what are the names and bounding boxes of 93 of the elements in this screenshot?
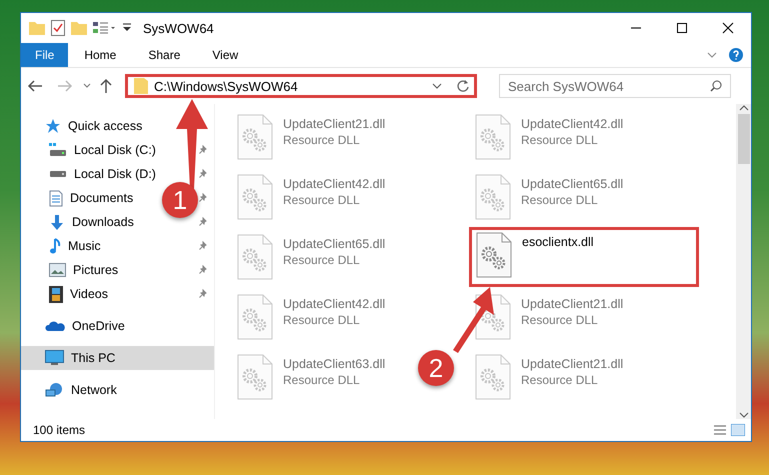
pin-icon[interactable] bbox=[198, 265, 208, 275]
chevron-up-icon[interactable] bbox=[738, 104, 748, 112]
file-type: Resource DLL bbox=[283, 253, 361, 267]
tiles-view-icon[interactable] bbox=[731, 424, 745, 436]
pin-icon[interactable] bbox=[198, 193, 208, 203]
ribbon-tab[interactable]: Home bbox=[68, 43, 132, 67]
gear-file-icon bbox=[475, 114, 511, 160]
file-name: UpdateClient21.dll bbox=[283, 117, 386, 131]
file-type: Resource DLL bbox=[283, 313, 361, 327]
file-item[interactable]: UpdateClient63.dll Resource DLL bbox=[235, 352, 388, 402]
gear-file-icon bbox=[475, 174, 511, 220]
file-name: UpdateClient42.dll bbox=[283, 177, 386, 191]
sidebar-item[interactable]: Documents bbox=[21, 186, 134, 210]
file-name: UpdateClient42.dll bbox=[521, 117, 624, 131]
file-item[interactable]: UpdateClient65.dll Resource DLL bbox=[235, 232, 388, 282]
item-count: 100 items bbox=[33, 423, 86, 437]
file-item[interactable]: UpdateClient42.dll Resource DLL bbox=[473, 112, 626, 162]
chevron-down-icon[interactable] bbox=[83, 83, 91, 89]
sidebar-item[interactable]: Music bbox=[21, 234, 101, 258]
scrollbar-thumb[interactable] bbox=[738, 114, 750, 164]
pin-icon[interactable] bbox=[198, 241, 208, 251]
search-icon bbox=[710, 80, 722, 92]
file-type: Resource DLL bbox=[283, 133, 361, 147]
gear-file-icon bbox=[237, 174, 273, 220]
file-name: UpdateClient21.dll bbox=[521, 297, 624, 311]
file-item[interactable]: UpdateClient21.dll Resource DLL bbox=[235, 112, 388, 162]
drive-icon bbox=[49, 143, 67, 157]
file-type: Resource DLL bbox=[521, 373, 599, 387]
file-item[interactable]: esoclientx.dll bbox=[469, 227, 699, 287]
dropdown-icon[interactable] bbox=[123, 23, 131, 33]
refresh-icon[interactable] bbox=[456, 79, 470, 93]
back-arrow-icon[interactable] bbox=[27, 79, 43, 93]
down-arrow-icon bbox=[49, 214, 65, 230]
chevron-down-icon[interactable] bbox=[738, 411, 748, 419]
file-item[interactable]: UpdateClient65.dll Resource DLL bbox=[473, 172, 626, 222]
file-name: esoclientx.dll bbox=[522, 235, 594, 249]
forward-arrow-icon[interactable] bbox=[57, 79, 73, 93]
chevron-down-icon[interactable] bbox=[432, 83, 442, 89]
document-icon bbox=[49, 190, 63, 206]
sidebar-item[interactable]: Local Disk (D:) bbox=[21, 162, 156, 186]
file-type: Resource DLL bbox=[283, 193, 361, 207]
folder-icon bbox=[134, 78, 148, 94]
sidebar-item[interactable]: This PC bbox=[21, 346, 214, 370]
gear-file-icon bbox=[237, 114, 273, 160]
picture-icon bbox=[49, 263, 66, 277]
sidebar-item[interactable]: Downloads bbox=[21, 210, 134, 234]
file-name: UpdateClient63.dll bbox=[283, 357, 386, 371]
ribbon-tab[interactable]: View bbox=[196, 43, 254, 67]
sidebar-item[interactable]: Videos bbox=[21, 282, 108, 306]
file-name: UpdateClient42.dll bbox=[283, 297, 386, 311]
pin-icon[interactable] bbox=[198, 169, 208, 179]
chevron-down-icon[interactable] bbox=[707, 52, 717, 58]
gear-file-icon bbox=[475, 354, 511, 400]
file-type: Resource DLL bbox=[521, 313, 599, 327]
file-name: UpdateClient21.dll bbox=[521, 357, 624, 371]
properties-icon[interactable] bbox=[93, 21, 117, 35]
file-item[interactable]: UpdateClient21.dll Resource DLL bbox=[473, 352, 626, 402]
file-item[interactable]: UpdateClient42.dll Resource DLL bbox=[235, 172, 388, 222]
search-field[interactable]: Search SysWOW64 bbox=[499, 74, 731, 98]
gear-file-icon bbox=[237, 354, 273, 400]
film-icon bbox=[49, 286, 63, 302]
address-bar[interactable]: C:\Windows\SysWOW64 bbox=[125, 74, 477, 98]
checklist-icon[interactable] bbox=[51, 20, 65, 36]
cloud-icon bbox=[45, 320, 65, 332]
monitor-icon bbox=[45, 350, 64, 366]
file-tab[interactable]: File bbox=[21, 43, 68, 67]
file-type: Resource DLL bbox=[283, 373, 361, 387]
gear-file-icon bbox=[476, 232, 512, 278]
up-arrow-icon[interactable] bbox=[99, 78, 113, 94]
details-view-icon[interactable] bbox=[713, 424, 727, 436]
gear-file-icon bbox=[237, 294, 273, 340]
sidebar-item[interactable]: Network bbox=[21, 378, 117, 402]
file-item[interactable]: UpdateClient42.dll Resource DLL bbox=[235, 292, 388, 342]
ribbon-tab[interactable]: Share bbox=[132, 43, 196, 67]
sidebar-item[interactable]: Quick access bbox=[21, 114, 142, 138]
file-type: Resource DLL bbox=[521, 133, 599, 147]
pin-icon[interactable] bbox=[198, 217, 208, 227]
file-name: UpdateClient65.dll bbox=[283, 237, 386, 251]
network-icon bbox=[45, 382, 64, 398]
music-note-icon bbox=[49, 238, 61, 254]
sidebar-item[interactable]: OneDrive bbox=[21, 314, 125, 338]
sidebar-item[interactable]: Local Disk (C:) bbox=[21, 138, 156, 162]
file-type: Resource DLL bbox=[521, 193, 599, 207]
pin-icon[interactable] bbox=[198, 145, 208, 155]
star-icon bbox=[45, 118, 61, 134]
drive-icon bbox=[49, 170, 67, 178]
sidebar-item[interactable]: Pictures bbox=[21, 258, 118, 282]
window-title: SysWOW64 bbox=[143, 20, 214, 36]
pin-icon[interactable] bbox=[198, 289, 208, 299]
gear-file-icon bbox=[237, 234, 273, 280]
help-icon[interactable] bbox=[729, 48, 743, 62]
scrollbar[interactable] bbox=[736, 104, 751, 419]
file-name: UpdateClient65.dll bbox=[521, 177, 624, 191]
